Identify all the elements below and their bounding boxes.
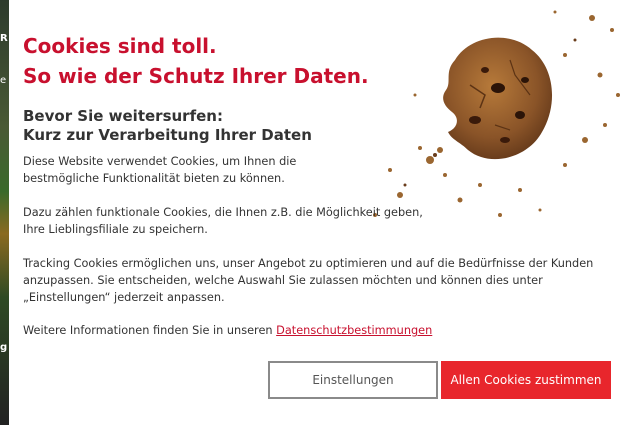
- section-heading: Bevor Sie weitersurfen: Kurz zur Verarbe…: [23, 107, 312, 145]
- page-title: Cookies sind toll. So wie der Schutz Ihr…: [23, 31, 369, 91]
- intro-paragraph: Diese Website verwendet Cookies, um Ihne…: [23, 155, 297, 185]
- functional-cookies-paragraph: Dazu zählen funktionale Cookies, die Ihn…: [23, 206, 423, 236]
- privacy-policy-link[interactable]: Datenschutzbestimmungen: [276, 324, 432, 337]
- more-info-text: Weitere Informationen finden Sie in unse…: [23, 324, 277, 337]
- accept-all-button[interactable]: Allen Cookies zustimmen: [441, 361, 611, 399]
- tracking-cookies-paragraph: Tracking Cookies ermöglichen uns, unser …: [23, 257, 594, 304]
- more-info-paragraph: Weitere Informationen finden Sie in unse…: [23, 322, 603, 339]
- headline-line-1: Cookies sind toll.: [23, 34, 217, 58]
- settings-button[interactable]: Einstellungen: [268, 361, 438, 399]
- subheadline-line-1: Bevor Sie weitersurfen:: [23, 107, 223, 125]
- headline-line-2: So wie der Schutz Ihrer Daten.: [23, 64, 369, 88]
- cookie-consent-dialog: Cookies sind toll. So wie der Schutz Ihr…: [9, 0, 629, 425]
- subheadline-line-2: Kurz zur Verarbeitung Ihrer Daten: [23, 126, 312, 144]
